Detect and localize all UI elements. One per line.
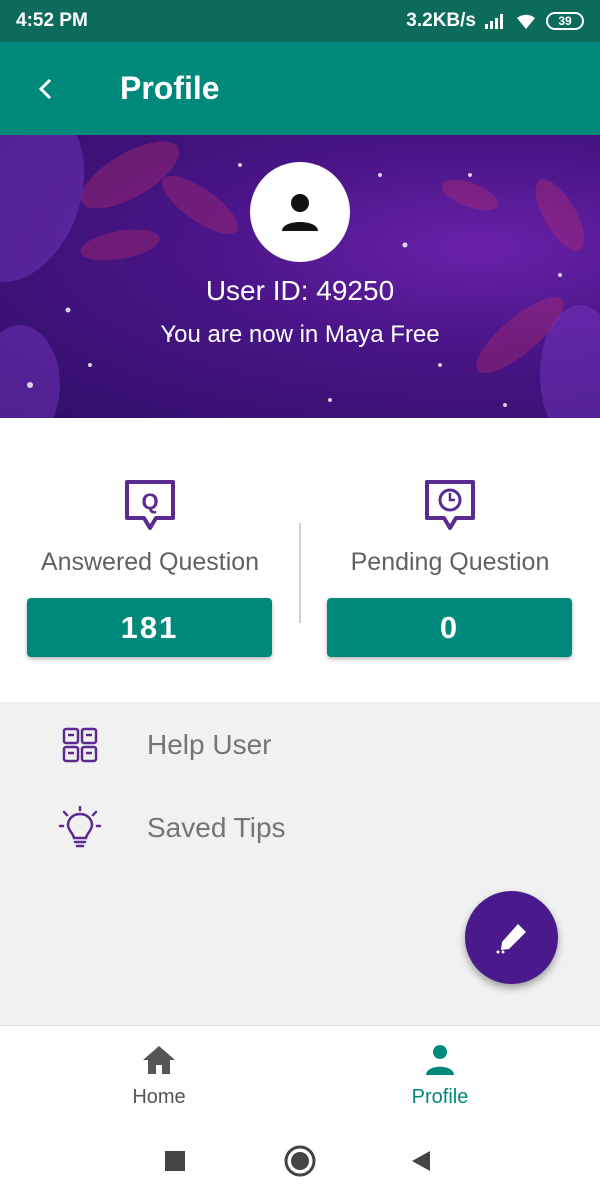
network-speed: 3.2KB/s [406,10,476,31]
person-icon [282,194,318,231]
menu-label-saved-tips: Saved Tips [147,812,286,843]
pending-question-count-button[interactable]: 0 [327,598,572,657]
battery-icon: 39 [546,12,584,30]
system-navigation-bar [0,1120,600,1200]
status-bar: 4:52 PM 3.2KB/s 39 [0,0,600,42]
clock-bubble-icon [425,480,475,530]
pencil-icon [496,923,526,953]
helping-hands-icon [62,727,98,763]
question-stats: Q Answered Question 181 Pending Question… [0,418,600,702]
signal-icon [485,14,503,29]
status-indicators: 3.2KB/s 39 [406,10,584,32]
question-bubble-icon: Q [125,480,175,530]
pending-question-stat: Pending Question 0 [300,418,600,702]
person-icon [426,1045,454,1075]
user-id-text: User ID: 49250 [205,275,395,306]
plan-status-text: You are now in Maya Free [160,321,440,348]
answered-question-stat: Q Answered Question 181 [0,418,300,702]
wifi-icon [517,14,535,29]
chevron-left-icon [38,78,52,99]
app-bar: Profile [0,42,600,135]
nav-item-home[interactable]: Home [79,1026,239,1121]
home-icon [143,1046,175,1074]
home-circle-icon[interactable] [284,1145,316,1177]
pending-question-label: Pending Question [350,548,550,576]
bottom-navigation: Home Profile [0,1025,600,1120]
avatar[interactable] [250,162,350,262]
nav-label-profile: Profile [411,1086,469,1108]
status-time: 4:52 PM [16,10,88,31]
menu-item-help-user[interactable]: Help User [0,705,600,785]
lightbulb-icon [58,806,102,848]
answered-question-label: Answered Question [40,548,260,576]
back-triangle-icon[interactable] [410,1149,432,1173]
nav-label-home: Home [132,1086,186,1108]
svg-text:Q: Q [141,489,158,514]
back-button[interactable] [0,42,92,135]
menu-label-help-user: Help User [147,729,272,760]
answered-question-count-button[interactable]: 181 [27,598,272,657]
recent-apps-icon[interactable] [164,1150,186,1172]
nav-item-profile[interactable]: Profile [360,1026,520,1121]
edit-fab-button[interactable] [465,891,558,984]
menu-item-saved-tips[interactable]: Saved Tips [0,788,600,868]
profile-header: User ID: 49250 You are now in Maya Free [0,135,600,418]
page-title: Profile [120,70,220,106]
